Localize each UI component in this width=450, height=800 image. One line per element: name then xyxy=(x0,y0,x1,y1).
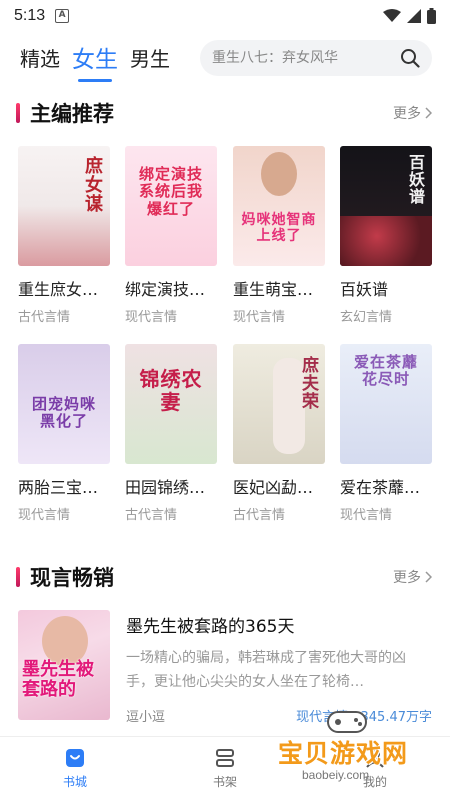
book-category: 玄幻言情 xyxy=(340,310,393,325)
cover-title-art: 爱在茶蘼花尽时 xyxy=(353,353,418,389)
book-description: 一场精心的骗局，韩若琳成了害死他大哥的凶手，更让他心尖尖的女人坐在了轮椅… xyxy=(126,650,406,690)
book-category: 现代言情 xyxy=(233,310,286,325)
book-cover[interactable]: 锦绣农妻 xyxy=(125,344,217,464)
nav-bookstore[interactable]: 书城 xyxy=(0,737,150,800)
cover-art xyxy=(261,152,297,196)
cover-title-art: 庶夫荣 xyxy=(298,356,318,410)
nav-bookshelf-label: 书架 xyxy=(212,775,237,789)
book-category: 现代言情 xyxy=(125,310,178,325)
gamepad-icon xyxy=(327,711,367,733)
book-cover[interactable]: 团宠妈咪黑化了 xyxy=(18,344,110,464)
book-card[interactable]: 庶夫荣 医妃凶勐… 古代言情 xyxy=(233,344,325,523)
status-time: 5:13 xyxy=(14,7,46,24)
section-accent-bar xyxy=(16,103,20,123)
book-card[interactable]: 庶女谋 重生庶女… 古代言情 xyxy=(18,146,110,325)
signal-icon xyxy=(407,9,421,23)
book-cover[interactable]: 爱在茶蘼花尽时 xyxy=(340,344,432,464)
book-category: 古代言情 xyxy=(125,508,178,523)
book-category: 现代言情 xyxy=(340,508,393,523)
more-button[interactable]: 更多 xyxy=(393,103,432,123)
search-input[interactable] xyxy=(212,50,392,66)
book-name: 爱在茶蘼… xyxy=(340,478,421,497)
book-name: 重生庶女… xyxy=(18,280,99,299)
section-editor-picks-header: 主编推荐 更多 xyxy=(0,98,450,128)
book-cover[interactable]: 妈咪她智商上线了 xyxy=(233,146,325,266)
more-label: 更多 xyxy=(393,106,421,122)
cover-title-art: 团宠妈咪黑化了 xyxy=(31,395,96,431)
book-name: 医妃凶勐… xyxy=(233,478,314,497)
cover-art xyxy=(18,206,110,266)
watermark-url: baobeiy.com xyxy=(302,768,370,782)
nav-bookstore-label: 书城 xyxy=(62,775,87,789)
search-bar[interactable] xyxy=(200,40,432,76)
cover-title-art: 庶女谋 xyxy=(82,156,103,213)
battery-icon xyxy=(427,8,436,24)
book-cover[interactable]: 庶女谋 xyxy=(18,146,110,266)
book-cover[interactable]: 百妖谱 xyxy=(340,146,432,266)
top-nav: 精选 女生 男生 xyxy=(0,36,450,82)
book-card[interactable]: 百妖谱 百妖谱 玄幻言情 xyxy=(340,146,432,325)
section-bestseller-header: 现言畅销 更多 xyxy=(0,562,450,592)
book-name: 重生萌宝… xyxy=(233,280,314,299)
notification-a-icon: A xyxy=(55,9,70,23)
book-author: 逗小逗 xyxy=(126,710,166,725)
bag-icon xyxy=(66,749,84,767)
book-name: 田园锦绣… xyxy=(125,478,206,497)
more-button[interactable]: 更多 xyxy=(393,567,432,587)
book-name: 两胎三宝… xyxy=(18,478,99,497)
book-cover[interactable]: 绑定演技系统后我爆红了 xyxy=(125,146,217,266)
tab-jingxuan[interactable]: 精选 xyxy=(20,43,60,72)
book-card[interactable]: 团宠妈咪黑化了 两胎三宝… 现代言情 xyxy=(18,344,110,523)
watermark: 宝贝游戏网 baobeiy.com xyxy=(272,706,422,792)
book-card[interactable]: 爱在茶蘼花尽时 爱在茶蘼… 现代言情 xyxy=(340,344,432,523)
book-category: 古代言情 xyxy=(233,508,286,523)
tab-nvsheng[interactable]: 女生 xyxy=(72,40,118,82)
book-card[interactable]: 妈咪她智商上线了 重生萌宝… 现代言情 xyxy=(233,146,325,325)
section-title: 主编推荐 xyxy=(30,102,114,126)
more-label: 更多 xyxy=(393,570,421,586)
cover-title-art: 妈咪她智商上线了 xyxy=(241,212,317,245)
book-title: 墨先生被套路的365天 xyxy=(126,617,295,637)
book-card[interactable]: 锦绣农妻 田园锦绣… 古代言情 xyxy=(125,344,217,523)
cover-title-art: 百妖谱 xyxy=(406,154,425,205)
wifi-icon xyxy=(383,9,401,22)
section-accent-bar xyxy=(16,567,20,587)
book-cover[interactable]: 墨先生被套路的 xyxy=(18,610,110,720)
section-title: 现言畅销 xyxy=(30,566,114,590)
status-bar: 5:13 A xyxy=(0,0,450,32)
chevron-right-icon xyxy=(425,571,432,583)
book-name: 百妖谱 xyxy=(340,280,389,299)
tab-nansheng[interactable]: 男生 xyxy=(130,43,170,72)
watermark-text: 宝贝游戏网 xyxy=(278,739,409,768)
cover-title-art: 墨先生被套路的 xyxy=(22,659,94,700)
search-icon[interactable] xyxy=(400,48,420,68)
cover-title-art: 绑定演技系统后我爆红了 xyxy=(138,165,203,218)
bookshelf-icon xyxy=(216,749,234,767)
cover-art xyxy=(340,216,432,266)
book-cover[interactable]: 庶夫荣 xyxy=(233,344,325,464)
book-category: 现代言情 xyxy=(18,508,71,523)
book-name: 绑定演技… xyxy=(125,280,206,299)
book-card[interactable]: 绑定演技系统后我爆红了 绑定演技… 现代言情 xyxy=(125,146,217,325)
chevron-right-icon xyxy=(425,107,432,119)
book-category: 古代言情 xyxy=(18,310,71,325)
book-list-item[interactable]: 墨先生被套路的 墨先生被套路的365天 一场精心的骗局，韩若琳成了害死他大哥的凶… xyxy=(18,610,432,725)
cover-title-art: 锦绣农妻 xyxy=(139,367,203,414)
